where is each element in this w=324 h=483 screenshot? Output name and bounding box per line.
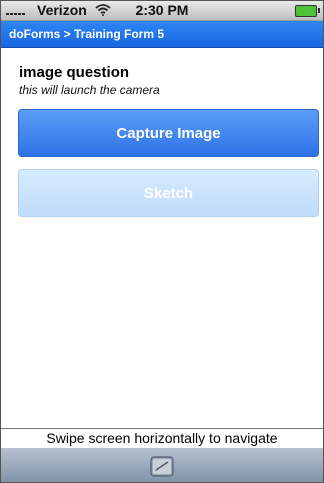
question-hint: this will launch the camera: [19, 83, 160, 97]
swipe-hint: Swipe screen horizontally to navigate: [1, 428, 323, 449]
battery-tip: [318, 8, 320, 13]
question-title: image question: [19, 64, 130, 81]
battery-icon: [295, 5, 317, 17]
capture-image-button[interactable]: Capture Image: [18, 109, 319, 157]
edit-note-icon[interactable]: [150, 455, 174, 477]
sketch-label: Sketch: [143, 184, 194, 202]
status-bar: Verizon 2:30 PM: [1, 1, 323, 21]
sketch-button[interactable]: Sketch: [18, 169, 319, 217]
bottom-toolbar: [1, 448, 323, 482]
nav-bar: doForms > Training Form 5: [1, 21, 323, 48]
clock-time: 2:30 PM: [135, 2, 189, 18]
breadcrumb[interactable]: doForms > Training Form 5: [9, 27, 164, 41]
device-frame: Verizon 2:30 PM doForms > Training Form …: [0, 0, 324, 483]
capture-image-label: Capture Image: [116, 124, 221, 142]
